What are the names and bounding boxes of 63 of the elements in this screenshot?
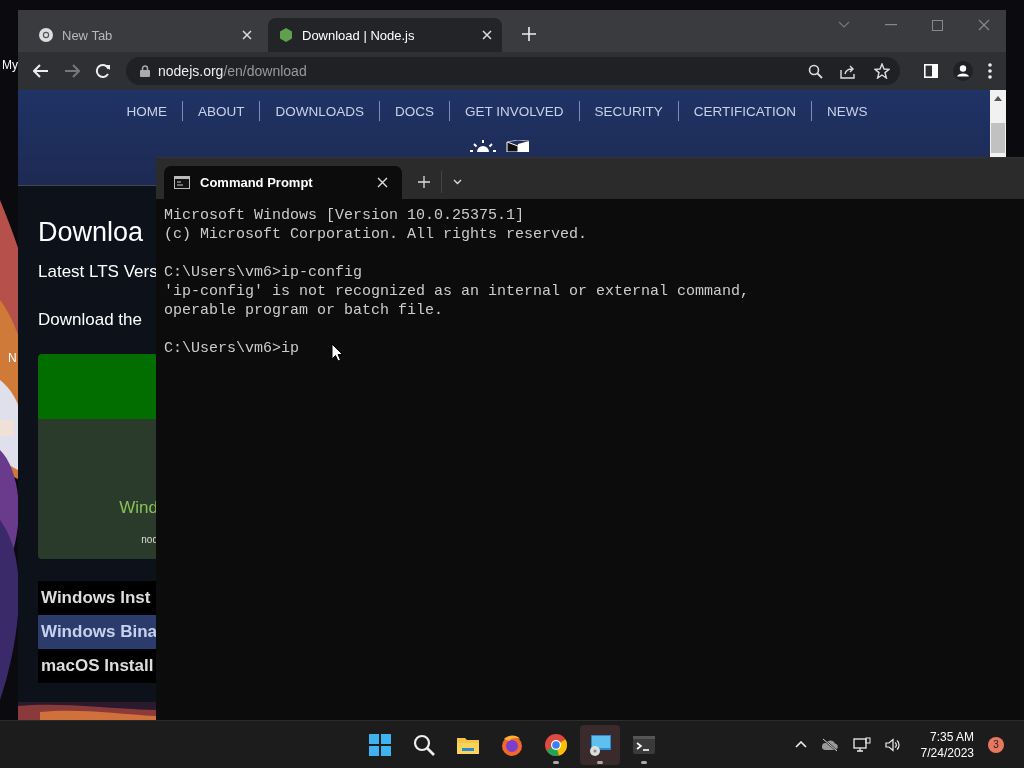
scroll-up-icon[interactable] [994,96,1002,101]
search-icon [412,732,436,757]
sun-icon[interactable] [470,140,496,152]
nav-link[interactable]: GET INVOLVED [465,103,564,119]
browser-tab[interactable]: Download | Node.js [268,18,502,52]
download-row[interactable]: Windows Bina [38,615,158,649]
more-icon[interactable] [988,63,992,79]
plus-icon[interactable] [522,27,536,41]
star-icon[interactable] [874,63,890,79]
maximize-icon[interactable] [932,19,943,31]
mouse-pointer-icon [331,343,343,362]
console-line: C:\Users\vm6>ip-config [164,263,363,282]
clock-date[interactable]: 7/24/2023 [920,744,974,761]
command-prompt-icon [174,176,190,189]
network-icon[interactable] [852,736,871,753]
notification-badge[interactable]: 3 [988,736,1004,753]
scrollbar-thumb[interactable] [991,123,1005,153]
terminal-tab[interactable]: Command Prompt [164,166,402,199]
taskbar-app-button[interactable] [580,724,620,765]
page-heading: Downloa [38,217,145,248]
minimize-icon[interactable] [885,24,897,26]
url-text: nodejs.org/en/download [158,63,308,79]
download-row[interactable]: macOS Install [38,649,158,683]
console-line: 'ip-config' is not recognized as an internal or external command, [164,282,750,301]
address-bar[interactable]: nodejs.org/en/download [126,57,900,85]
nav-link[interactable]: HOME [126,103,167,119]
lock-icon [140,65,150,77]
browser-tab[interactable]: New Tab [28,18,262,52]
nav-link[interactable]: NEWS [827,103,868,119]
monitor-disc-icon [588,732,612,757]
console-line: operable program or batch file. [164,301,444,320]
console-line: Microsoft Windows [Version 10.0.25375.1] [164,206,525,225]
translate-icon[interactable] [506,140,530,152]
windows-logo-icon [368,732,392,757]
cloud-off-icon[interactable] [820,737,839,752]
console-line: (c) Microsoft Corporation. All rights reserved. [164,225,588,244]
profile-icon[interactable] [953,61,973,81]
chrome-logo-icon [544,732,568,757]
plus-icon[interactable] [418,176,430,188]
console-line: C:\Users\vm6>ip [164,339,300,358]
scrollbar[interactable] [990,90,1006,157]
nav-link[interactable]: SECURITY [594,103,663,119]
download-row[interactable]: Windows Inst [38,581,158,615]
chevron-up-icon[interactable] [794,741,807,748]
nav-link[interactable]: DOCS [394,103,434,119]
tab-title: Download | Node.js [302,27,416,43]
hexagon-icon [278,27,294,43]
nav-link[interactable]: ABOUT [197,103,245,119]
page-subheading: Latest LTS Vers [38,262,158,282]
volume-icon[interactable] [884,737,901,752]
tab-title: New Tab [62,27,114,43]
search-icon[interactable] [808,63,823,79]
reload-icon[interactable] [95,63,111,79]
nav-link[interactable]: DOWNLOADS [275,103,364,119]
tab-title: Command Prompt [200,175,314,190]
intro-text: Download the [38,310,143,330]
back-icon[interactable] [33,64,49,78]
clock-time[interactable]: 7:35 AM [920,728,974,745]
side-panel-icon[interactable] [924,64,938,78]
chrome-logo-icon [38,27,54,43]
nav-link[interactable]: CERTIFICATION [693,103,797,119]
share-icon[interactable] [840,63,857,79]
forward-icon [64,64,80,78]
